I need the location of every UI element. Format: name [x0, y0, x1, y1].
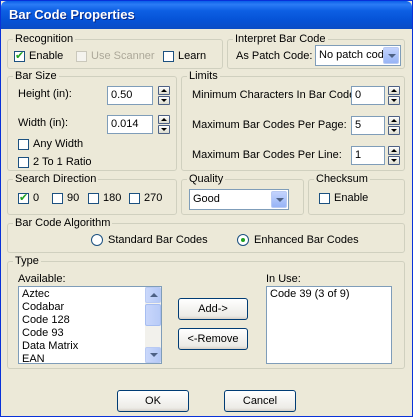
- spin-down-icon[interactable]: [158, 96, 170, 105]
- cancel-button[interactable]: Cancel: [224, 390, 296, 412]
- algorithm-legend: Bar Code Algorithm: [13, 217, 113, 229]
- list-item[interactable]: Data Matrix: [19, 340, 161, 353]
- list-item[interactable]: Code 39 (3 of 9): [267, 288, 391, 301]
- standard-algorithm-label[interactable]: Standard Bar Codes: [108, 234, 208, 247]
- interpret-group: Interpret Bar Code As Patch Code: No pat…: [227, 33, 405, 69]
- min-chars-spinner[interactable]: [388, 86, 400, 105]
- max-per-line-input[interactable]: 1: [351, 146, 385, 165]
- spin-down-icon[interactable]: [388, 156, 400, 165]
- quality-value: Good: [193, 193, 220, 205]
- bar-size-legend: Bar Size: [13, 70, 59, 82]
- list-item[interactable]: Code 93: [19, 327, 161, 340]
- available-scrollbar[interactable]: [145, 287, 161, 363]
- list-item[interactable]: EAN: [19, 353, 161, 363]
- spin-down-icon[interactable]: [158, 125, 170, 134]
- recognition-group: Recognition Enable Use Scanner Learn: [7, 33, 223, 69]
- limits-legend: Limits: [187, 70, 220, 82]
- two-to-one-checkbox[interactable]: [18, 157, 29, 168]
- min-chars-label: Minimum Characters In Bar Code:: [192, 89, 359, 101]
- chevron-down-icon[interactable]: [383, 47, 399, 64]
- bar-size-group: Bar Size Height (in): 0.50 Width (in): 0…: [7, 70, 177, 171]
- available-label: Available:: [18, 273, 66, 285]
- direction-270-label[interactable]: 270: [144, 192, 162, 205]
- width-label: Width (in):: [18, 117, 69, 129]
- spin-up-icon[interactable]: [388, 86, 400, 95]
- width-input[interactable]: 0.014: [107, 115, 153, 134]
- spin-down-icon[interactable]: [388, 126, 400, 135]
- quality-select[interactable]: Good: [189, 189, 289, 210]
- width-spinner[interactable]: [158, 115, 170, 134]
- checksum-legend: Checksum: [314, 173, 370, 185]
- direction-180-checkbox[interactable]: [88, 193, 99, 204]
- checksum-group: Checksum Enable: [308, 173, 405, 215]
- enhanced-algorithm-radio[interactable]: [237, 234, 249, 246]
- direction-90-checkbox[interactable]: [52, 193, 63, 204]
- height-spinner[interactable]: [158, 86, 170, 105]
- spin-up-icon[interactable]: [158, 86, 170, 95]
- max-per-line-spinner[interactable]: [388, 146, 400, 165]
- spin-down-icon[interactable]: [388, 96, 400, 105]
- learn-label[interactable]: Learn: [178, 50, 206, 63]
- any-width-checkbox[interactable]: [18, 139, 29, 150]
- checksum-enable-label[interactable]: Enable: [334, 192, 368, 205]
- use-scanner-label: Use Scanner: [91, 50, 155, 62]
- chevron-down-icon[interactable]: [271, 191, 287, 208]
- direction-180-label[interactable]: 180: [103, 192, 121, 205]
- dialog-window: Bar Code Properties Recognition Enable U…: [0, 0, 413, 417]
- use-scanner-checkbox: [76, 51, 87, 62]
- add-button[interactable]: Add->: [178, 298, 248, 320]
- max-per-line-label: Maximum Bar Codes Per Line:: [192, 149, 342, 161]
- scroll-down-icon[interactable]: [145, 347, 161, 363]
- quality-legend: Quality: [187, 173, 226, 185]
- ok-button[interactable]: OK: [117, 390, 189, 412]
- two-to-one-label[interactable]: 2 To 1 Ratio: [33, 156, 92, 169]
- search-direction-group: Search Direction 0 90 180 270: [7, 173, 177, 215]
- enhanced-algorithm-label[interactable]: Enhanced Bar Codes: [254, 234, 359, 247]
- learn-checkbox[interactable]: [163, 51, 174, 62]
- direction-90-label[interactable]: 90: [67, 192, 79, 205]
- max-per-page-label: Maximum Bar Codes Per Page:: [192, 119, 347, 131]
- available-list[interactable]: Aztec Codabar Code 128 Code 93 Data Matrix EA…: [18, 286, 162, 364]
- min-chars-input[interactable]: 0: [351, 86, 385, 105]
- type-legend: Type: [13, 255, 41, 267]
- in-use-list[interactable]: Code 39 (3 of 9): [266, 286, 392, 364]
- standard-algorithm-radio[interactable]: [91, 234, 103, 246]
- spin-up-icon[interactable]: [158, 115, 170, 124]
- height-input[interactable]: 0.50: [107, 86, 153, 105]
- scroll-up-icon[interactable]: [145, 287, 161, 303]
- direction-0-label[interactable]: 0: [33, 192, 39, 205]
- remove-button[interactable]: <-Remove: [178, 328, 248, 350]
- any-width-label[interactable]: Any Width: [33, 138, 83, 151]
- interpret-legend: Interpret Bar Code: [233, 33, 328, 45]
- enable-recognition-checkbox[interactable]: [14, 49, 25, 62]
- max-per-page-spinner[interactable]: [388, 116, 400, 135]
- checksum-enable-checkbox[interactable]: [319, 193, 330, 204]
- limits-group: Limits Minimum Characters In Bar Code: 0…: [181, 70, 405, 171]
- max-per-page-input[interactable]: 5: [351, 116, 385, 135]
- enable-recognition-label[interactable]: Enable: [29, 50, 63, 63]
- title-bar[interactable]: Bar Code Properties: [1, 1, 412, 29]
- in-use-label: In Use:: [266, 273, 301, 285]
- list-item[interactable]: Aztec: [19, 288, 161, 301]
- recognition-legend: Recognition: [13, 33, 76, 45]
- spin-up-icon[interactable]: [388, 146, 400, 155]
- patch-code-label: As Patch Code:: [236, 50, 313, 62]
- quality-group: Quality Good: [181, 173, 304, 215]
- direction-270-checkbox[interactable]: [129, 193, 140, 204]
- list-item[interactable]: Code 128: [19, 314, 161, 327]
- window-title: Bar Code Properties: [9, 7, 135, 22]
- height-label: Height (in):: [18, 88, 72, 100]
- direction-0-checkbox[interactable]: [18, 191, 29, 204]
- algorithm-group: Bar Code Algorithm Standard Bar Codes En…: [7, 217, 405, 253]
- patch-code-value: No patch code: [319, 49, 390, 61]
- search-direction-legend: Search Direction: [13, 173, 99, 185]
- spin-up-icon[interactable]: [388, 116, 400, 125]
- list-item[interactable]: Codabar: [19, 301, 161, 314]
- patch-code-select[interactable]: No patch code: [315, 45, 401, 66]
- scroll-thumb[interactable]: [145, 304, 161, 326]
- type-group: Type Available: Aztec Codabar Code 128 Code…: [7, 255, 405, 369]
